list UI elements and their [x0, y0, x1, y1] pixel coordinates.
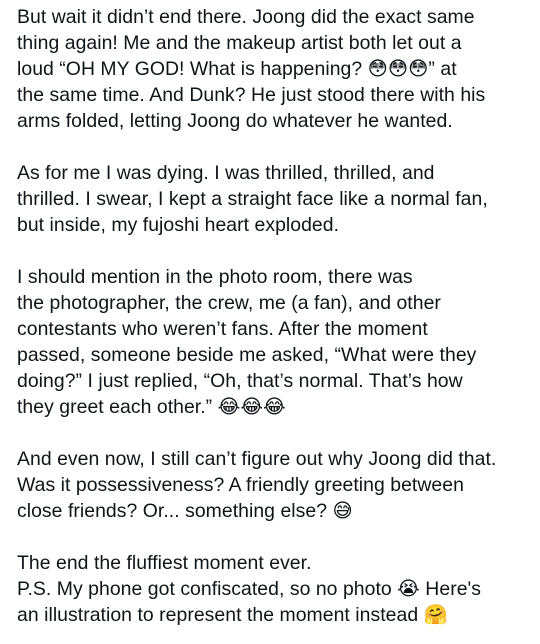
paragraph-joong-again: But wait it didn’t end there. Joong did … [17, 6, 486, 132]
paragraph-the-end: The end the fluffiest moment ever. P.S. … [17, 552, 482, 626]
post-text-body: But wait it didn’t end there. Joong did … [0, 0, 540, 644]
paragraph-dying: As for me I was dying. I was thrilled, t… [17, 162, 488, 236]
paragraph-photo-room: I should mention in the photo room, ther… [17, 266, 477, 418]
paragraph-even-now: And even now, I still can’t figure out w… [17, 448, 497, 522]
